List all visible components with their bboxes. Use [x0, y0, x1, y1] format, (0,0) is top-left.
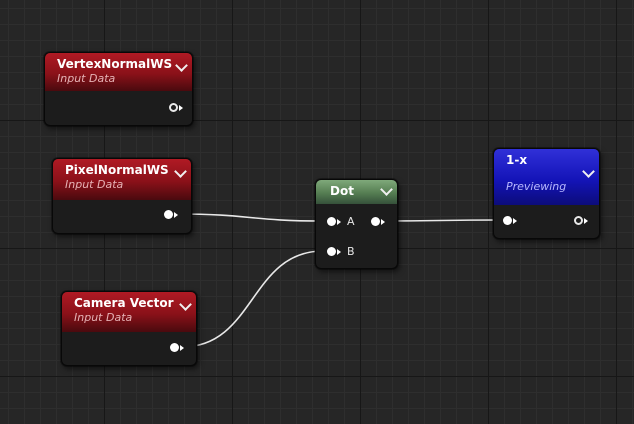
node-title: VertexNormalWS — [57, 57, 173, 71]
pin-arrow-icon — [337, 249, 341, 255]
node-header[interactable]: PixelNormalWS Input Data — [53, 159, 191, 200]
input-label-a: A — [347, 215, 355, 228]
node-subtitle: Input Data — [57, 72, 116, 85]
node-body: A B — [316, 204, 397, 268]
pin-arrow-icon — [381, 219, 385, 225]
input-label-b: B — [347, 245, 355, 258]
node-one-minus-x[interactable]: 1-x Previewing — [493, 148, 600, 239]
pin-arrow-icon — [179, 105, 183, 111]
pin-arrow-icon — [513, 218, 517, 224]
node-header[interactable]: VertexNormalWS Input Data — [45, 53, 192, 91]
node-subtitle: Previewing — [506, 180, 567, 193]
node-body — [45, 91, 192, 125]
node-vertexnormalws[interactable]: VertexNormalWS Input Data — [44, 52, 193, 126]
node-subtitle: Input Data — [65, 178, 124, 191]
wire-dot-to-oneminusx[interactable] — [380, 219, 501, 222]
pin-arrow-icon — [174, 212, 178, 218]
node-pixelnormalws[interactable]: PixelNormalWS Input Data — [52, 158, 192, 234]
output-pin-icon[interactable] — [170, 343, 179, 352]
output-pin-icon[interactable] — [169, 103, 178, 112]
node-header[interactable]: 1-x Previewing — [494, 149, 599, 205]
pin-arrow-icon — [584, 218, 588, 224]
node-header[interactable]: Dot — [316, 180, 397, 204]
node-header[interactable]: Camera Vector Input Data — [62, 292, 196, 332]
input-pin-icon[interactable] — [503, 216, 512, 225]
preview-pin-icon[interactable] — [574, 216, 583, 225]
output-pin-icon[interactable] — [164, 210, 173, 219]
node-title: 1-x — [506, 153, 528, 167]
node-camera-vector[interactable]: Camera Vector Input Data — [61, 291, 197, 366]
node-body — [53, 200, 191, 233]
pin-arrow-icon — [337, 219, 341, 225]
node-body — [62, 332, 196, 365]
input-pin-b-icon[interactable] — [327, 247, 336, 256]
node-subtitle: Input Data — [74, 311, 133, 324]
node-title: PixelNormalWS — [65, 163, 169, 177]
node-body — [494, 205, 599, 238]
node-dot[interactable]: Dot A B — [315, 179, 398, 269]
node-title: Camera Vector — [74, 296, 174, 310]
wire-pixelnormal-to-dot-a[interactable] — [176, 213, 324, 222]
pin-arrow-icon — [180, 345, 184, 351]
output-pin-icon[interactable] — [371, 217, 380, 226]
input-pin-a-icon[interactable] — [327, 217, 336, 226]
wire-camera-to-dot-b[interactable] — [181, 250, 324, 348]
